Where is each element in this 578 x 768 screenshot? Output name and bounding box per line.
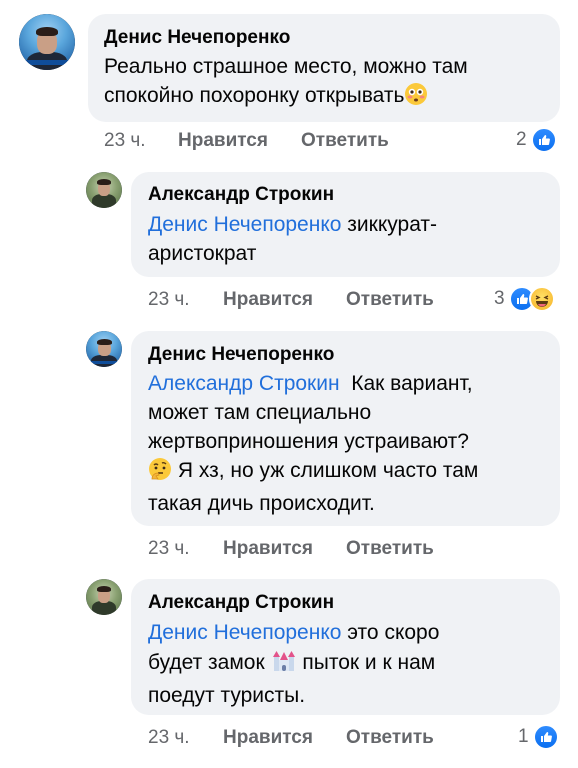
reply-button[interactable]: Ответить: [301, 130, 389, 152]
comment-line: зиккурат-: [341, 213, 438, 236]
comment-line: поедут туристы.: [148, 684, 306, 707]
reaction-summary[interactable]: 1: [518, 724, 559, 750]
reply-button[interactable]: Ответить: [346, 538, 434, 560]
comment-line: такая дичь происходит.: [148, 492, 375, 515]
like-button[interactable]: Нравится: [223, 289, 313, 311]
comment-line: Я хз, но уж слишком часто там: [172, 459, 479, 482]
comment-line: это скоро: [341, 621, 440, 644]
comment-line: Как вариант,: [339, 372, 473, 395]
mention-link[interactable]: Александр Строкин: [148, 372, 340, 395]
mention-link[interactable]: Денис Нечепоренко: [148, 213, 341, 236]
like-reaction-icon: [532, 724, 559, 750]
reaction-summary[interactable]: 2: [516, 127, 557, 153]
comment-text: Денис Нечепоренко зиккурат- аристократ: [148, 210, 437, 268]
reply-button[interactable]: Ответить: [346, 727, 434, 749]
comment-time[interactable]: 23 ч.: [148, 289, 190, 311]
haha-reaction-icon: [528, 286, 555, 312]
avatar[interactable]: [19, 14, 75, 70]
comment-text: Реально страшное место, можно там спокой…: [104, 52, 468, 114]
comment-text: Александр Строкин Как вариант, может там…: [148, 369, 478, 518]
comment-text: Денис Нечепоренко это скоро будет замок …: [148, 618, 439, 710]
reaction-count: 1: [518, 726, 529, 747]
castle-icon: [271, 647, 297, 681]
comment-time[interactable]: 23 ч.: [148, 538, 190, 560]
reaction-summary[interactable]: 3: [494, 286, 555, 312]
like-button[interactable]: Нравится: [223, 538, 313, 560]
avatar[interactable]: [86, 331, 122, 367]
comment-author[interactable]: Александр Строкин: [148, 592, 334, 614]
comment-line: пыток и к нам: [296, 651, 436, 674]
like-reaction-icon: [530, 127, 557, 153]
comment-line: может там специально: [148, 401, 372, 424]
thinking-face-icon: [148, 457, 172, 489]
comment-line: жертвоприношения устраивают?: [148, 430, 469, 453]
reply-button[interactable]: Ответить: [346, 289, 434, 311]
comment-line: спокойно похоронку открывать: [104, 84, 405, 107]
comment-line: будет замок: [148, 651, 271, 674]
flushed-face-icon: [404, 82, 428, 114]
avatar[interactable]: [86, 579, 122, 615]
like-button[interactable]: Нравится: [223, 727, 313, 749]
reaction-count: 2: [516, 129, 527, 150]
mention-link[interactable]: Денис Нечепоренко: [148, 621, 341, 644]
comment-author[interactable]: Денис Нечепоренко: [148, 344, 334, 366]
comment-line: Реально страшное место, можно там: [104, 55, 468, 78]
avatar[interactable]: [86, 172, 122, 208]
comment-time[interactable]: 23 ч.: [148, 727, 190, 749]
reaction-count: 3: [494, 288, 505, 309]
like-button[interactable]: Нравится: [178, 130, 268, 152]
comment-author[interactable]: Александр Строкин: [148, 184, 334, 206]
comment-time[interactable]: 23 ч.: [104, 130, 146, 152]
comment-line: аристократ: [148, 242, 257, 265]
comment-author[interactable]: Денис Нечепоренко: [104, 27, 290, 49]
